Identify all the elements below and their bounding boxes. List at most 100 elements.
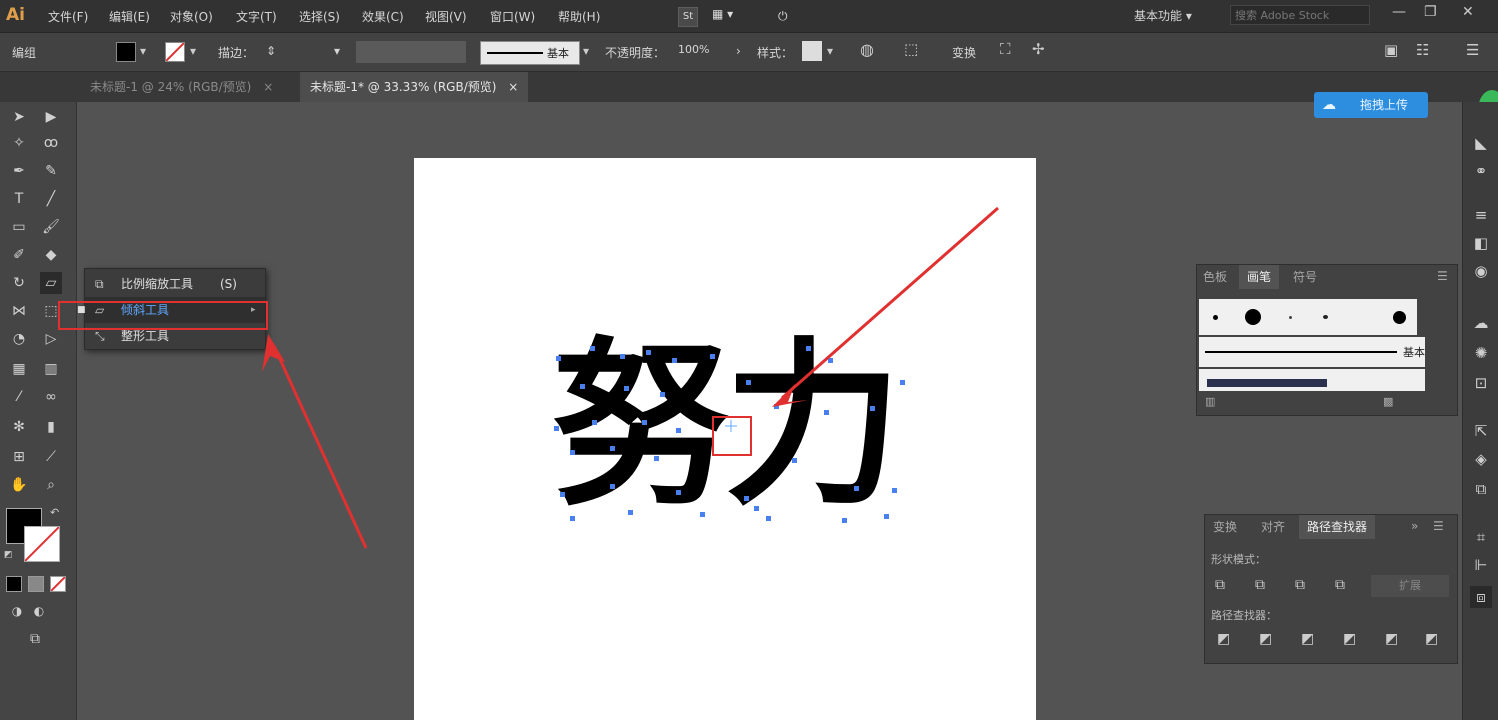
flyout-item-scale[interactable]: ⧉ 比例缩放工具 (S) (85, 271, 265, 297)
menu-select[interactable]: 选择(S) (299, 8, 340, 25)
transparency-panel-icon[interactable]: ◧ (1470, 232, 1492, 254)
column-graph-tool-icon[interactable]: ▮ (40, 416, 62, 438)
merge-icon[interactable]: ◩ (1301, 631, 1314, 647)
restore-button[interactable]: ❐ (1424, 4, 1437, 20)
panel-menu-icon[interactable]: ☰ (1433, 519, 1444, 533)
draw-normal-icon[interactable]: ◑ (6, 600, 28, 622)
export-icon[interactable]: ⇱ (1470, 420, 1492, 442)
appearance-panel-icon[interactable]: ◉ (1470, 260, 1492, 282)
zoom-tool-icon[interactable]: ⌕ (40, 474, 62, 496)
brush-basic-row[interactable]: 基本 (1199, 337, 1425, 367)
brush-libraries-icon[interactable]: ▥ (1205, 395, 1215, 408)
tab-transform[interactable]: 变换 (1213, 515, 1237, 539)
mesh-tool-icon[interactable]: ▦ (8, 358, 30, 380)
eraser-tool-icon[interactable]: ◆ (40, 244, 62, 266)
minimize-button[interactable]: — (1392, 4, 1406, 20)
default-colors-icon[interactable]: ◩ (4, 550, 13, 560)
menu-edit[interactable]: 编辑(E) (109, 8, 150, 25)
fill-dropdown-icon[interactable]: ▾ (140, 44, 146, 58)
screen-mode-icon[interactable]: ⧉ (24, 628, 46, 650)
tab-document-1[interactable]: 未标题-1 @ 24% (RGB/预览) × (80, 72, 283, 102)
width-tool-icon[interactable]: ⋈ (8, 300, 30, 322)
align-icon[interactable]: ⬚ (904, 40, 918, 58)
close-button[interactable]: ✕ (1462, 4, 1474, 20)
align-panel-icon[interactable]: ⊩ (1470, 554, 1492, 576)
direct-selection-tool-icon[interactable]: ▶ (40, 106, 62, 128)
layers-panel-icon[interactable]: ◈ (1470, 448, 1492, 470)
control-menu-icon[interactable]: ☰ (1466, 41, 1479, 59)
menu-type[interactable]: 文字(T) (236, 8, 277, 25)
brush-pattern-row[interactable] (1199, 369, 1425, 391)
outline-icon[interactable]: ◩ (1385, 631, 1398, 647)
none-mode-icon[interactable] (50, 576, 66, 592)
gradient-mode-icon[interactable] (28, 576, 44, 592)
artboard-tool-icon[interactable]: ⊞ (8, 446, 30, 468)
menu-effect[interactable]: 效果(C) (362, 8, 404, 25)
tab-document-2[interactable]: 未标题-1* @ 33.33% (RGB/预览) × (300, 72, 529, 102)
stroke-panel-icon[interactable]: ≡ (1470, 204, 1492, 226)
intersect-icon[interactable]: ⧉ (1295, 577, 1305, 593)
isolate-icon[interactable]: ⛶ (1000, 40, 1011, 58)
menu-object[interactable]: 对象(O) (170, 8, 213, 25)
tab-close-icon[interactable]: × (263, 80, 273, 94)
paintbrush-tool-icon[interactable]: 🖌 (40, 216, 62, 238)
shape-builder-tool-icon[interactable]: ◔ (8, 328, 30, 350)
stroke-weight-dropdown[interactable]: ▾ (334, 44, 340, 58)
variable-width-profile[interactable] (356, 41, 466, 63)
artboards-panel-icon[interactable]: ⧉ (1470, 478, 1492, 500)
panel-collapse-icon[interactable]: » (1411, 519, 1418, 533)
selection-tool-icon[interactable]: ➤ (8, 106, 30, 128)
stroke-dropdown-icon[interactable]: ▾ (190, 44, 196, 58)
stroke-swatch[interactable] (165, 42, 185, 62)
hand-tool-icon[interactable]: ✋ (8, 474, 30, 496)
opacity-arrow[interactable]: › (736, 44, 741, 58)
menu-view[interactable]: 视图(V) (425, 8, 467, 25)
menu-file[interactable]: 文件(F) (48, 8, 88, 25)
brush-dot-oval-icon[interactable] (1323, 315, 1328, 319)
sync-icon[interactable]: ⏻ (778, 9, 788, 24)
brush-dot-large-icon[interactable] (1245, 309, 1261, 325)
unite-icon[interactable]: ⧉ (1215, 577, 1225, 593)
stroke-color-box[interactable] (24, 526, 60, 562)
color-mode-icon[interactable] (6, 576, 22, 592)
transform-panel-icon[interactable]: ⌗ (1470, 526, 1492, 548)
exclude-icon[interactable]: ⧉ (1335, 577, 1345, 593)
fill-swatch[interactable] (116, 42, 136, 62)
tab-symbols[interactable]: 符号 (1293, 265, 1317, 289)
brush-dot-small-icon[interactable] (1213, 315, 1218, 320)
tab-close-icon[interactable]: × (508, 80, 518, 94)
brush-dot-tiny-icon[interactable] (1289, 316, 1292, 319)
cc-libraries-icon[interactable]: ☁ (1470, 312, 1492, 334)
lasso-tool-icon[interactable]: ꝏ (40, 132, 62, 154)
eyedropper-tool-icon[interactable]: ⁄ (8, 386, 30, 408)
graphic-style-dropdown-icon[interactable]: ▾ (827, 44, 833, 58)
opacity-value[interactable]: 100% (678, 43, 709, 56)
gradient-tool-icon[interactable]: ▥ (40, 358, 62, 380)
draw-behind-icon[interactable]: ◐ (28, 600, 50, 622)
menu-help[interactable]: 帮助(H) (558, 8, 600, 25)
brush-definition[interactable]: 基本 (480, 41, 580, 65)
curvature-tool-icon[interactable]: ✎ (40, 160, 62, 182)
symbol-sprayer-tool-icon[interactable]: ✻ (8, 416, 30, 438)
menu-window[interactable]: 窗口(W) (490, 8, 535, 25)
perspective-grid-tool-icon[interactable]: ▷ (40, 328, 62, 350)
brush-dot-medium-icon[interactable] (1393, 311, 1406, 324)
panel-menu-icon[interactable]: ☷ (1416, 41, 1429, 59)
brush-dropdown-icon[interactable]: ▾ (583, 44, 589, 58)
panel-menu-icon[interactable]: ☰ (1437, 269, 1448, 283)
rectangle-tool-icon[interactable]: ▭ (8, 216, 30, 238)
links-panel-icon[interactable]: ⚭ (1470, 160, 1492, 182)
shear-tool-icon[interactable]: ▱ (40, 272, 62, 294)
minus-front-icon[interactable]: ⧉ (1255, 577, 1265, 593)
transform-link[interactable]: 变换 (952, 44, 976, 61)
arrange-icon[interactable]: ▣ (1384, 41, 1398, 59)
expand-button[interactable]: 扩展 (1371, 575, 1449, 597)
tab-pathfinder[interactable]: 路径查找器 (1299, 515, 1376, 539)
stock-search-input[interactable]: 搜索 Adobe Stock (1230, 5, 1370, 25)
workspace-switcher[interactable]: 基本功能 ▾ (1134, 7, 1192, 24)
stock-button[interactable]: St (678, 7, 698, 27)
magic-wand-tool-icon[interactable]: ✧ (8, 132, 30, 154)
divide-icon[interactable]: ◩ (1217, 631, 1230, 647)
rotate-tool-icon[interactable]: ↻ (8, 272, 30, 294)
pathfinder-panel-icon[interactable]: ⧈ (1470, 586, 1492, 608)
